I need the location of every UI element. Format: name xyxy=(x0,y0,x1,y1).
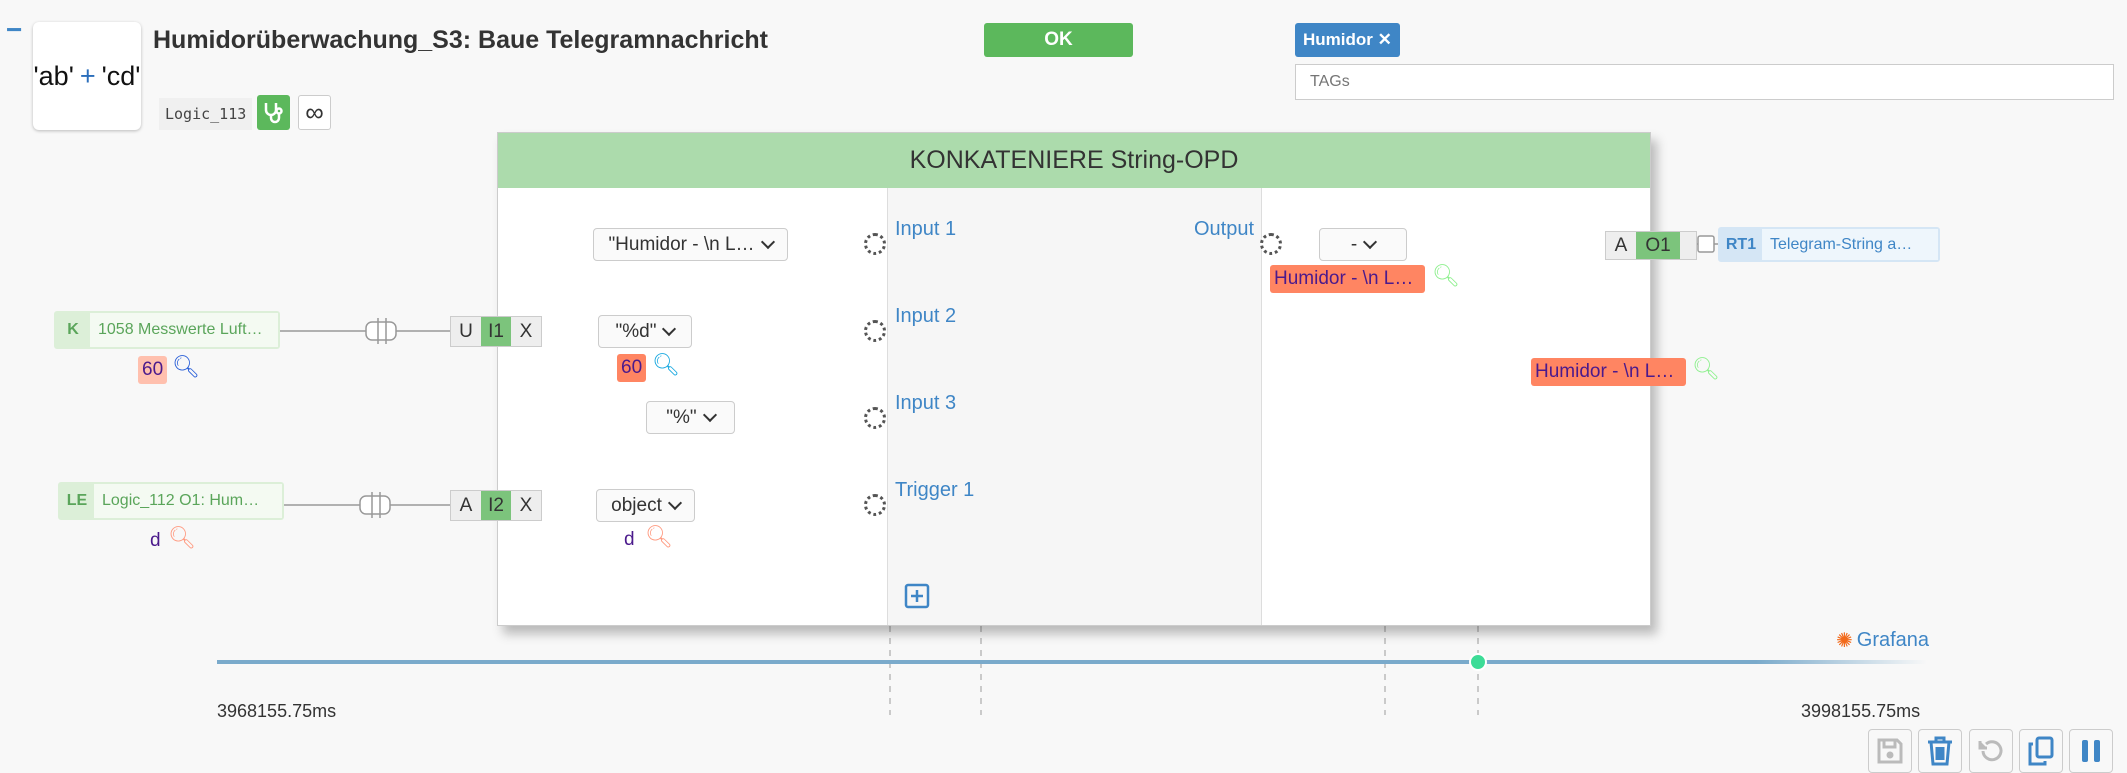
plus-square-icon xyxy=(904,583,930,609)
source-node-k[interactable]: K 1058 Messwerte Luft… xyxy=(54,311,280,349)
grafana-icon: ✺ xyxy=(1836,630,1853,652)
ok-button[interactable]: OK xyxy=(984,23,1133,57)
block-type-icon: 'ab' +'cd' xyxy=(33,22,141,130)
port-mode[interactable]: A xyxy=(1606,232,1636,259)
timeline-track xyxy=(217,660,1927,664)
port-mode[interactable]: A xyxy=(451,491,481,520)
dropdown-value: - xyxy=(1350,233,1358,255)
trash-icon xyxy=(1928,736,1952,766)
save-icon xyxy=(1877,738,1903,764)
output-socket[interactable] xyxy=(1260,233,1282,255)
debug-button[interactable] xyxy=(257,95,290,130)
source-le-value: d xyxy=(150,530,161,551)
collapse-button[interactable]: − xyxy=(6,14,22,46)
input-1-socket[interactable] xyxy=(864,233,886,255)
chevron-down-icon xyxy=(702,407,717,423)
output-label: Output xyxy=(1194,218,1255,240)
timeline-cursor xyxy=(1469,653,1487,671)
pause-button[interactable] xyxy=(2069,729,2113,773)
source-k-value: 60 xyxy=(138,356,168,384)
chevron-down-icon xyxy=(662,321,677,337)
target-live-value: Humidor - \n L… xyxy=(1531,358,1686,386)
add-input-button[interactable] xyxy=(904,583,930,614)
input-1-dropdown[interactable]: "Humidor - \n L… xyxy=(593,228,788,261)
chevron-down-icon xyxy=(760,234,775,250)
zoom-in-icon[interactable]: 🔍︎ xyxy=(172,354,200,380)
zoom-in-icon[interactable]: 🔍︎ xyxy=(1432,263,1460,289)
block-panel: KONKATENIERE String-OPD xyxy=(497,132,1651,626)
undo-icon xyxy=(1978,740,2003,762)
timeline-start: 3968155.75ms xyxy=(217,701,337,721)
page-title: Humidorüberwachung_S3: Baue Telegramnach… xyxy=(153,26,768,54)
copy-icon xyxy=(2028,736,2054,766)
port-id: I1 xyxy=(481,317,511,346)
grafana-label: Grafana xyxy=(1856,629,1930,651)
icon-text-right: 'cd' xyxy=(101,60,141,91)
output-dropdown[interactable]: - xyxy=(1319,228,1407,261)
node-kind: RT1 xyxy=(1720,229,1762,260)
input-3-dropdown[interactable]: "%" xyxy=(646,401,735,434)
zoom-in-icon[interactable]: 🔍︎ xyxy=(1692,356,1720,382)
chevron-down-icon xyxy=(667,495,682,511)
port-mode[interactable]: U xyxy=(451,317,481,346)
tags-input[interactable] xyxy=(1295,64,2114,100)
dropdown-value: "%d" xyxy=(615,320,657,342)
node-kind: LE xyxy=(60,484,94,518)
tag-humidor[interactable]: Humidor ✕ xyxy=(1295,23,1400,57)
infinity-icon: ∞ xyxy=(305,97,324,127)
block-title: KONKATENIERE String-OPD xyxy=(498,133,1650,188)
delete-button[interactable] xyxy=(1918,729,1962,773)
source-node-le[interactable]: LE Logic_112 O1: Hum… xyxy=(58,482,284,520)
port-spacer xyxy=(1680,232,1696,259)
dropdown-value: "%" xyxy=(666,406,697,428)
trigger-1-live-value: d xyxy=(624,529,635,550)
port-id: O1 xyxy=(1636,232,1680,259)
input-port-i1[interactable]: U I1 X xyxy=(450,316,542,347)
port-remove[interactable]: X xyxy=(511,491,541,520)
node-name: Logic_112 O1: Hum… xyxy=(94,484,282,518)
loop-button[interactable]: ∞ xyxy=(298,95,331,130)
input-2-socket[interactable] xyxy=(864,320,886,342)
undo-button[interactable] xyxy=(1969,729,2013,773)
close-icon[interactable]: ✕ xyxy=(1378,30,1392,49)
save-button[interactable] xyxy=(1868,729,1912,773)
input-port-i2[interactable]: A I2 X xyxy=(450,490,542,521)
input-2-live-value: 60 xyxy=(617,354,647,382)
dropdown-value: object xyxy=(611,494,662,516)
dropdown-value: "Humidor - \n L… xyxy=(608,233,755,255)
zoom-in-icon[interactable]: 🔍︎ xyxy=(645,524,673,550)
zoom-in-icon[interactable]: 🔍︎ xyxy=(652,352,680,378)
copy-button[interactable] xyxy=(2019,729,2063,773)
trigger-1-socket[interactable] xyxy=(864,494,886,516)
chevron-down-icon xyxy=(1363,234,1378,250)
logic-id: Logic_113 xyxy=(159,98,253,130)
stethoscope-icon xyxy=(264,102,283,123)
target-node-rt1[interactable]: RT1 Telegram-String a… xyxy=(1718,227,1940,262)
input-2-dropdown[interactable]: "%d" xyxy=(598,315,692,348)
node-name: Telegram-String a… xyxy=(1762,229,1938,260)
output-port-o1[interactable]: A O1 xyxy=(1605,231,1697,260)
node-kind: K xyxy=(56,313,90,347)
trigger-1-dropdown[interactable]: object xyxy=(596,489,695,522)
input-2-label: Input 2 xyxy=(895,305,957,327)
pause-icon xyxy=(2082,740,2100,762)
timeline-end: 3998155.75ms xyxy=(1801,701,1921,721)
port-remove[interactable]: X xyxy=(511,317,541,346)
port-id: I2 xyxy=(481,491,511,520)
input-3-socket[interactable] xyxy=(864,407,886,429)
input-3-label: Input 3 xyxy=(895,392,957,414)
input-1-label: Input 1 xyxy=(895,218,957,240)
tag-label: Humidor xyxy=(1303,30,1373,49)
trigger-1-label: Trigger 1 xyxy=(895,479,975,501)
zoom-in-icon[interactable]: 🔍︎ xyxy=(168,525,196,551)
grafana-link[interactable]: ✺ Grafana xyxy=(1836,628,1929,653)
icon-text-left: 'ab' xyxy=(33,60,74,91)
node-name: 1058 Messwerte Luft… xyxy=(90,313,278,347)
output-live-value: Humidor - \n L… xyxy=(1270,265,1425,293)
icon-text-op: + xyxy=(79,60,96,91)
